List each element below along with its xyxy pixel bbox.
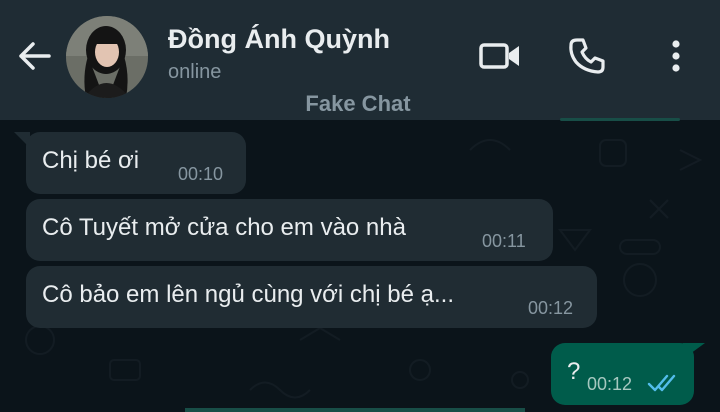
video-camera-icon xyxy=(479,43,519,69)
read-receipt-icon xyxy=(647,372,679,400)
arrow-left-icon xyxy=(19,42,51,70)
contact-avatar[interactable] xyxy=(66,16,148,98)
header-divider xyxy=(560,118,680,121)
message-text: Cô bảo em lên ngủ cùng với chị bé ạ... xyxy=(42,281,454,308)
message-bubble-incoming[interactable]: Cô bảo em lên ngủ cùng với chị bé ạ... 0… xyxy=(26,266,597,328)
message-bubble-incoming[interactable]: Chị bé ơi 00:10 xyxy=(26,132,246,194)
more-vertical-icon xyxy=(672,40,680,72)
message-text: Chị bé ơi xyxy=(42,147,140,174)
message-time: 00:12 xyxy=(528,298,574,318)
phone-icon xyxy=(569,38,605,74)
message-text: ? xyxy=(567,358,581,385)
chat-screen: Đồng Ánh Quỳnh online Fake Chat Chị bé ơ… xyxy=(0,0,720,412)
message-bubble-outgoing[interactable]: ? 00:12 xyxy=(551,343,694,405)
avatar-image xyxy=(66,16,148,98)
message-time: 00:12 xyxy=(587,374,633,394)
message-text: Cô Tuyết mở cửa cho em vào nhà xyxy=(42,214,406,241)
back-button[interactable] xyxy=(14,36,54,76)
bottom-divider xyxy=(185,408,525,412)
voice-call-button[interactable] xyxy=(565,34,609,78)
chat-label: Fake Chat xyxy=(0,91,719,117)
message-bubble-incoming[interactable]: Cô Tuyết mở cửa cho em vào nhà 00:11 xyxy=(26,199,553,261)
message-time: 00:11 xyxy=(482,231,526,251)
contact-name[interactable]: Đồng Ánh Quỳnh xyxy=(168,24,390,55)
video-call-button[interactable] xyxy=(478,34,522,78)
contact-status: online xyxy=(168,61,222,83)
more-options-button[interactable] xyxy=(654,34,698,78)
message-time: 00:10 xyxy=(178,164,224,184)
chat-label-text: Fake Chat xyxy=(305,91,411,116)
